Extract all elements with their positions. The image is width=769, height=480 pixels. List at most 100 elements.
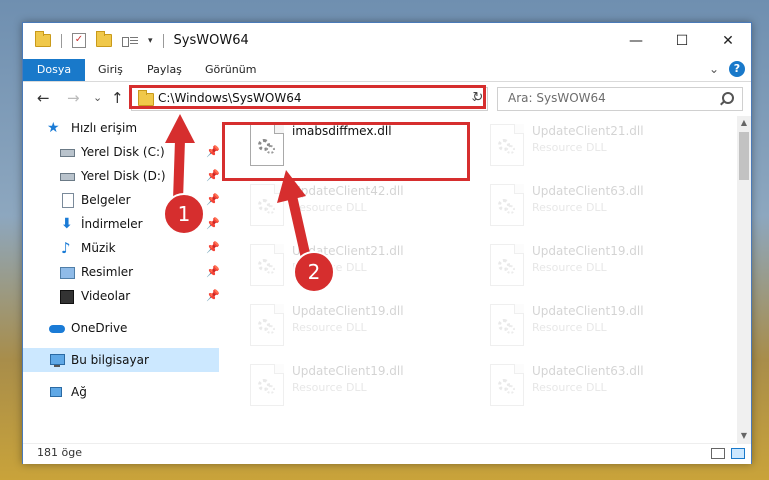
drive-icon	[59, 144, 75, 160]
separator	[61, 33, 62, 48]
gear-icon	[506, 145, 515, 154]
properties-icon[interactable]	[122, 35, 138, 47]
pin-icon[interactable]: 📌	[206, 289, 220, 302]
videos-icon	[59, 288, 75, 304]
sidebar-item-label: Resimler	[81, 265, 134, 279]
large-icons-view-icon[interactable]	[731, 448, 745, 459]
file-type: Resource DLL	[532, 141, 607, 154]
address-row: ← → ⌄ ↑ C:\Windows\SysWOW64 ⌄ ↻ Ara: Sys…	[23, 82, 751, 114]
file-item[interactable]: UpdateClient19.dll Resource DLL	[220, 296, 460, 350]
sidebar-item-label: Yerel Disk (C:)	[81, 145, 165, 159]
close-button[interactable]: ✕	[705, 23, 751, 59]
file-item[interactable]: UpdateClient19.dll Resource DLL	[460, 236, 700, 290]
file-name: UpdateClient19.dll	[292, 304, 404, 318]
file-name: UpdateClient19.dll	[292, 364, 404, 378]
star-icon: ★	[47, 120, 60, 136]
folder-icon[interactable]	[35, 31, 51, 47]
sidebar-item-label: Müzik	[81, 241, 116, 255]
file-type: Resource DLL	[292, 321, 367, 334]
sidebar-item-local-disk-c[interactable]: Yerel Disk (C:) 📌	[23, 140, 220, 164]
properties-check-icon[interactable]: ✓	[72, 33, 86, 48]
sidebar-item-label: Belgeler	[81, 193, 131, 207]
file-type: Resource DLL	[292, 261, 367, 274]
sidebar-item-downloads[interactable]: ⬇ İndirmeler 📌	[23, 212, 220, 236]
up-button[interactable]: ↑	[111, 89, 124, 107]
ribbon-right: ⌄ ?	[709, 61, 745, 77]
tab-file[interactable]: Dosya	[23, 59, 85, 81]
pin-icon[interactable]: 📌	[206, 169, 220, 182]
file-item[interactable]: UpdateClient19.dll Resource DLL	[220, 356, 460, 410]
document-icon	[59, 192, 75, 208]
pin-icon[interactable]: 📌	[206, 217, 220, 230]
file-item[interactable]: UpdateClient63.dll Resource DLL	[460, 176, 700, 230]
quick-access-dropdown[interactable]: ▾	[148, 36, 153, 46]
back-button[interactable]: ←	[37, 89, 50, 107]
file-type: Resource DLL	[532, 261, 607, 274]
file-item[interactable]: UpdateClient19.dll Resource DLL	[460, 296, 700, 350]
file-item[interactable]: UpdateClient42.dll Resource DLL	[220, 176, 460, 230]
dll-file-icon	[490, 184, 524, 226]
forward-button[interactable]: →	[67, 89, 80, 107]
tab-home[interactable]: Giriş	[98, 59, 123, 81]
quick-access-toolbar: ✓ ▾ SysWOW64	[35, 31, 249, 48]
file-item[interactable]: UpdateClient21.dll Resource DLL	[460, 116, 700, 170]
tab-view[interactable]: Görünüm	[205, 59, 256, 81]
maximize-button[interactable]: ☐	[659, 23, 705, 59]
search-box[interactable]: Ara: SysWOW64	[497, 87, 743, 111]
search-icon[interactable]	[722, 92, 734, 104]
pin-icon[interactable]: 📌	[206, 265, 220, 278]
sidebar-item-onedrive[interactable]: OneDrive	[23, 316, 219, 340]
window-title: SysWOW64	[173, 33, 249, 48]
sidebar-item-network[interactable]: Ağ	[23, 380, 219, 404]
file-name: UpdateClient21.dll	[292, 244, 404, 258]
ribbon-tabs: Dosya Giriş Paylaş Görünüm ⌄ ?	[23, 59, 751, 82]
scroll-down-button[interactable]: ▼	[737, 429, 751, 443]
dll-file-icon	[250, 304, 284, 346]
pin-icon[interactable]: 📌	[206, 145, 220, 158]
window-controls: — ☐ ✕	[613, 23, 751, 59]
file-item[interactable]: UpdateClient21.dll Resource DLL	[220, 236, 460, 290]
drive-icon	[59, 168, 75, 184]
file-type: Resource DLL	[532, 381, 607, 394]
scroll-up-button[interactable]: ▲	[737, 116, 751, 130]
sidebar-item-label: Ağ	[71, 385, 87, 399]
expand-ribbon-icon[interactable]: ⌄	[709, 62, 719, 76]
minimize-button[interactable]: —	[613, 23, 659, 59]
cloud-icon	[49, 320, 65, 336]
vertical-scrollbar[interactable]: ▲ ▼	[737, 116, 751, 443]
sidebar-item-label: OneDrive	[71, 321, 128, 335]
dll-file-icon	[250, 184, 284, 226]
tab-share[interactable]: Paylaş	[147, 59, 182, 81]
sidebar-item-local-disk-d[interactable]: Yerel Disk (D:) 📌	[23, 164, 220, 188]
sidebar-item-quick-access[interactable]: ★ Hızlı erişim	[23, 116, 219, 140]
file-name: UpdateClient42.dll	[292, 184, 404, 198]
sidebar-item-documents[interactable]: Belgeler 📌	[23, 188, 220, 212]
sidebar-item-pictures[interactable]: Resimler 📌	[23, 260, 220, 284]
gear-icon	[506, 385, 515, 394]
pictures-icon	[59, 264, 75, 280]
sidebar-item-this-pc[interactable]: Bu bilgisayar	[23, 348, 219, 372]
sidebar-item-music[interactable]: ♪ Müzik 📌	[23, 236, 220, 260]
search-input[interactable]: Ara: SysWOW64	[508, 91, 606, 105]
pin-icon[interactable]: 📌	[206, 193, 220, 206]
file-item[interactable]: UpdateClient63.dll Resource DLL	[460, 356, 700, 410]
gear-icon	[266, 325, 275, 334]
sidebar-item-videos[interactable]: Videolar 📌	[23, 284, 220, 308]
file-type: Resource DLL	[292, 381, 367, 394]
gear-icon	[266, 205, 275, 214]
pin-icon[interactable]: 📌	[206, 241, 220, 254]
network-icon	[49, 384, 65, 400]
help-icon[interactable]: ?	[729, 61, 745, 77]
dll-file-icon	[490, 124, 524, 166]
dll-file-icon	[490, 244, 524, 286]
sidebar-item-label: Bu bilgisayar	[71, 353, 149, 367]
dll-file-icon	[250, 364, 284, 406]
separator	[162, 33, 164, 48]
recent-locations-button[interactable]: ⌄	[93, 91, 102, 104]
scroll-thumb[interactable]	[739, 132, 749, 180]
new-folder-icon[interactable]	[96, 31, 112, 47]
file-type: Resource DLL	[532, 201, 607, 214]
gear-icon	[266, 265, 275, 274]
details-view-icon[interactable]	[711, 448, 725, 459]
gear-icon	[506, 205, 515, 214]
